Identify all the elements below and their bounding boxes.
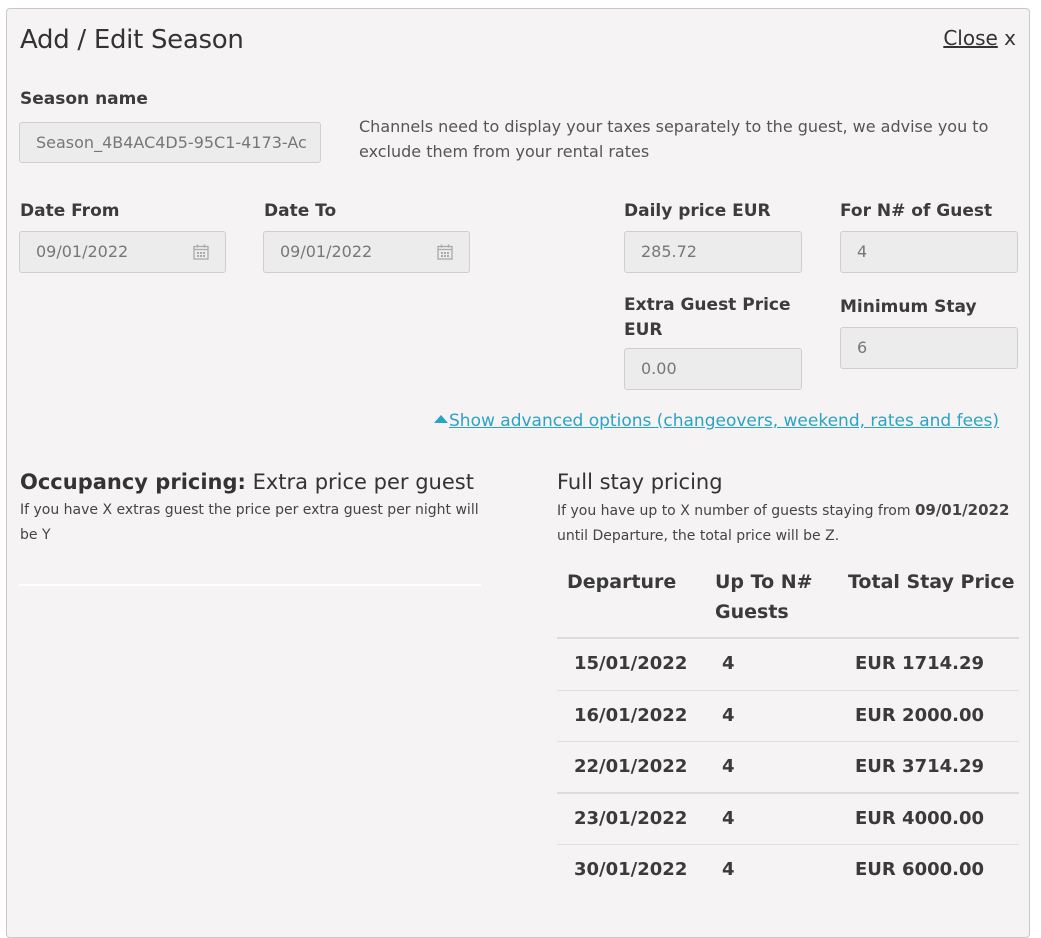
- date-from-input[interactable]: 09/01/2022: [19, 231, 226, 273]
- price-cell: EUR 1714.29: [855, 653, 985, 674]
- daily-price-label: Daily price EUR: [624, 201, 771, 221]
- guests-cell: 4: [722, 859, 735, 880]
- table-row: 15/01/2022 4 EUR 1714.29: [557, 639, 1019, 690]
- full-stay-pricing-description: If you have up to X number of guests sta…: [557, 498, 1027, 549]
- price-cell: EUR 6000.00: [855, 859, 985, 880]
- table-row: 30/01/2022 4 EUR 6000.00: [557, 844, 1019, 896]
- occupancy-pricing-title-bold: Occupancy pricing:: [20, 470, 246, 494]
- guests-cell: 4: [722, 705, 735, 726]
- occupancy-pricing-description: If you have X extras guest the price per…: [20, 498, 490, 548]
- season-name-label: Season name: [20, 89, 148, 109]
- extra-guest-price-label-line1: Extra Guest Price: [624, 295, 791, 315]
- close-button[interactable]: Close x: [943, 26, 1016, 50]
- table-row: 16/01/2022 4 EUR 2000.00: [557, 690, 1019, 742]
- date-to-label: Date To: [264, 201, 337, 221]
- tax-note: Channels need to display your taxes sepa…: [359, 117, 989, 161]
- full-stay-desc-line2: until Departure, the total price will be…: [557, 528, 840, 544]
- occupancy-divider: [19, 584, 481, 586]
- minimum-stay-label: Minimum Stay: [840, 297, 977, 317]
- full-stay-desc-date: 09/01/2022: [914, 501, 1010, 519]
- guests-cell: 4: [722, 756, 735, 777]
- occupancy-pricing-title: Occupancy pricing: Extra price per guest: [20, 470, 474, 494]
- column-header-total-price: Total Stay Price: [848, 571, 1015, 593]
- close-icon[interactable]: x: [1004, 26, 1016, 50]
- departure-cell: 22/01/2022: [574, 756, 688, 777]
- table-row: 22/01/2022 4 EUR 3714.29: [557, 741, 1019, 793]
- occupancy-pricing-title-rest: Extra price per guest: [245, 470, 474, 494]
- modal-title: Add / Edit Season: [20, 25, 244, 55]
- date-to-value: 09/01/2022: [280, 242, 373, 261]
- full-stay-pricing-title: Full stay pricing: [557, 470, 723, 494]
- season-modal: Add / Edit Season Close x Season name Se…: [6, 8, 1030, 938]
- season-name-input[interactable]: Season_4B4AC4D5-95C1-4173-Ac: [19, 122, 321, 163]
- departure-cell: 15/01/2022: [574, 653, 688, 674]
- full-stay-desc-pre: If you have up to X number of guests sta…: [557, 503, 915, 519]
- departure-cell: 23/01/2022: [574, 808, 688, 829]
- caret-up-icon[interactable]: [433, 414, 449, 424]
- extra-guest-price-label-line2: EUR: [624, 320, 663, 340]
- date-to-input[interactable]: 09/01/2022: [263, 231, 470, 273]
- occupancy-desc-line2: be Y: [20, 527, 51, 543]
- guests-cell: 4: [722, 808, 735, 829]
- guest-count-input[interactable]: 4: [840, 231, 1018, 273]
- table-row: 23/01/2022 4 EUR 4000.00: [557, 792, 1019, 845]
- extra-guest-price-label: Extra Guest Price EUR: [624, 293, 791, 343]
- show-advanced-options-link[interactable]: Show advanced options (changeovers, week…: [433, 411, 999, 431]
- daily-price-input[interactable]: 285.72: [624, 231, 802, 273]
- occupancy-desc-line1: If you have X extras guest the price per…: [20, 502, 479, 518]
- price-cell: EUR 2000.00: [855, 705, 985, 726]
- departure-cell: 30/01/2022: [574, 859, 688, 880]
- departure-cell: 16/01/2022: [574, 705, 688, 726]
- column-header-guests: Up To N# Guests: [705, 567, 823, 627]
- date-from-value: 09/01/2022: [36, 242, 129, 261]
- full-stay-desc-line1: If you have up to X number of guests sta…: [557, 498, 1027, 524]
- minimum-stay-input[interactable]: 6: [840, 327, 1018, 369]
- guests-cell: 4: [722, 653, 735, 674]
- show-advanced-options-text[interactable]: Show advanced options (changeovers, week…: [449, 411, 999, 431]
- column-header-guests-line1: Up To N#: [715, 571, 813, 593]
- price-cell: EUR 3714.29: [855, 756, 985, 777]
- calendar-icon[interactable]: [193, 244, 209, 260]
- price-cell: EUR 4000.00: [855, 808, 985, 829]
- calendar-icon[interactable]: [437, 244, 453, 260]
- column-header-departure: Departure: [567, 571, 677, 593]
- close-link[interactable]: Close: [943, 26, 997, 50]
- column-header-guests-line2: Guests: [715, 601, 789, 623]
- extra-guest-price-input[interactable]: 0.00: [624, 348, 802, 390]
- date-from-label: Date From: [20, 201, 120, 221]
- guest-count-label: For N# of Guest: [840, 201, 993, 221]
